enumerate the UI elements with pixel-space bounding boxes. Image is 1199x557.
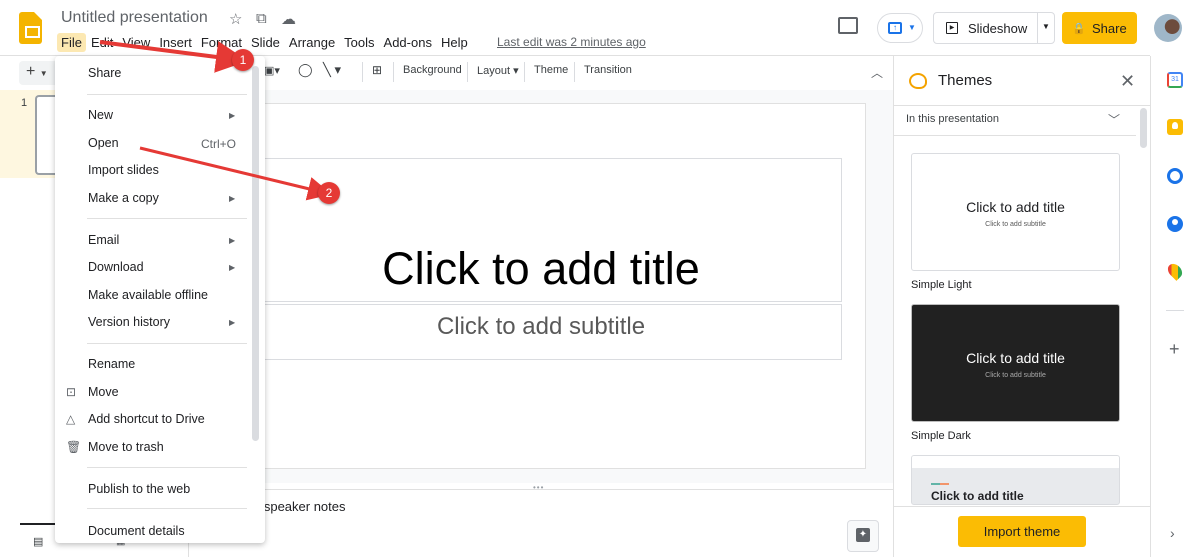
annotation-arrows	[99, 40, 332, 201]
annotation-arrow-1	[99, 40, 248, 73]
annotation-badge-1: 1	[232, 49, 254, 71]
annotation-badge-2: 2	[318, 182, 340, 204]
annotation-arrow-2	[139, 146, 332, 201]
